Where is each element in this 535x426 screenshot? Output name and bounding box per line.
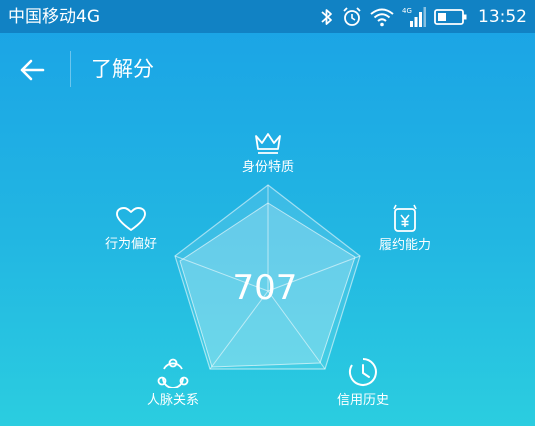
wifi-icon <box>370 8 394 27</box>
status-icons: 4G 13:52 <box>312 5 527 29</box>
header-divider <box>70 51 71 87</box>
dimension-label: 履约能力 <box>378 238 431 253</box>
heart-icon <box>116 207 146 231</box>
arrow-left-icon <box>20 59 45 81</box>
alarm-icon <box>343 7 361 26</box>
carrier-label: 中国移动4G <box>8 7 100 27</box>
crown-icon <box>255 133 281 154</box>
bluetooth-icon <box>321 9 332 25</box>
screen: 中国移动4G 4G 13:52 了解分 707 身份特质 履约能力 信用历史 人… <box>0 0 535 426</box>
network-badge: 4G <box>402 7 412 15</box>
dimension-label: 信用历史 <box>336 393 389 408</box>
clock: 13:52 <box>478 7 527 27</box>
battery-icon <box>434 9 467 25</box>
dimension-behavior[interactable]: 行为偏好 <box>86 206 176 253</box>
signal-icon: 4G <box>402 7 426 27</box>
clock-icon <box>349 358 377 386</box>
page-title: 了解分 <box>91 57 154 81</box>
back-button[interactable] <box>12 53 52 87</box>
dimension-identity[interactable]: 身份特质 <box>223 131 313 176</box>
score-radar: 707 身份特质 履约能力 信用历史 人脉关系 行为偏好 <box>0 105 535 426</box>
credit-score: 707 <box>232 268 298 308</box>
wallet-yen-icon <box>393 204 417 232</box>
dimension-credit-history[interactable]: 信用历史 <box>318 356 408 409</box>
dimension-label: 身份特质 <box>241 160 294 175</box>
dimension-label: 行为偏好 <box>104 237 157 252</box>
dimension-label: 人脉关系 <box>146 393 199 408</box>
status-bar: 中国移动4G 4G 13:52 <box>0 0 535 33</box>
dimension-fulfillment[interactable]: 履约能力 <box>360 203 450 254</box>
app-bar: 了解分 <box>0 33 535 105</box>
dimension-connections[interactable]: 人脉关系 <box>128 358 218 409</box>
network-icon <box>157 358 189 388</box>
